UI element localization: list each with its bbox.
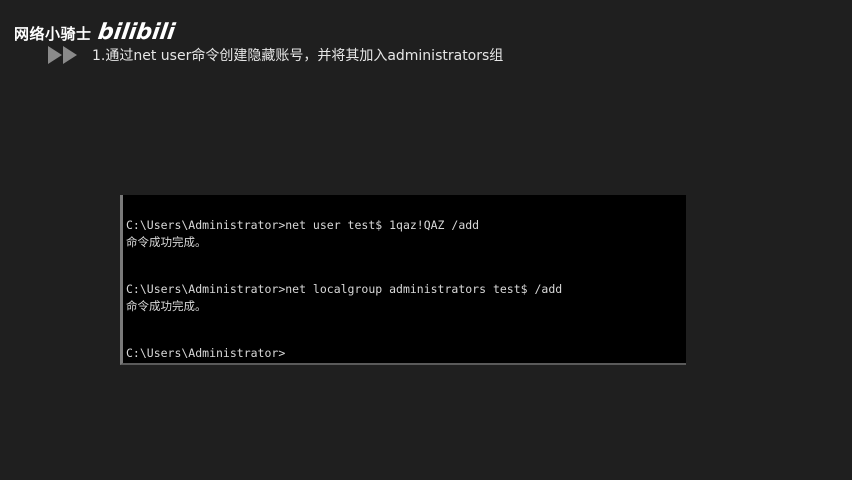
video-frame: 网络小骑士 bilibili 1.通过net user命令创建隐藏账号，并将其加… [0, 0, 852, 480]
channel-name: 网络小骑士 [14, 24, 92, 43]
console-line: 命令成功完成。 [126, 299, 207, 313]
step-heading: 1.通过net user命令创建隐藏账号，并将其加入administrators… [92, 48, 504, 64]
watermark: 网络小骑士 bilibili [14, 20, 177, 45]
bilibili-logo: bilibili [95, 20, 177, 45]
double-play-arrow-icon [48, 46, 77, 64]
console-prompt[interactable]: C:\Users\Administrator> [126, 345, 686, 362]
cmd-console-window[interactable]: C:\Users\Administrator>net user test$ 1q… [120, 195, 686, 365]
console-line: C:\Users\Administrator>net localgroup ad… [126, 282, 563, 296]
console-line: 命令成功完成。 [126, 235, 207, 249]
console-line: C:\Users\Administrator>net user test$ 1q… [126, 218, 480, 232]
